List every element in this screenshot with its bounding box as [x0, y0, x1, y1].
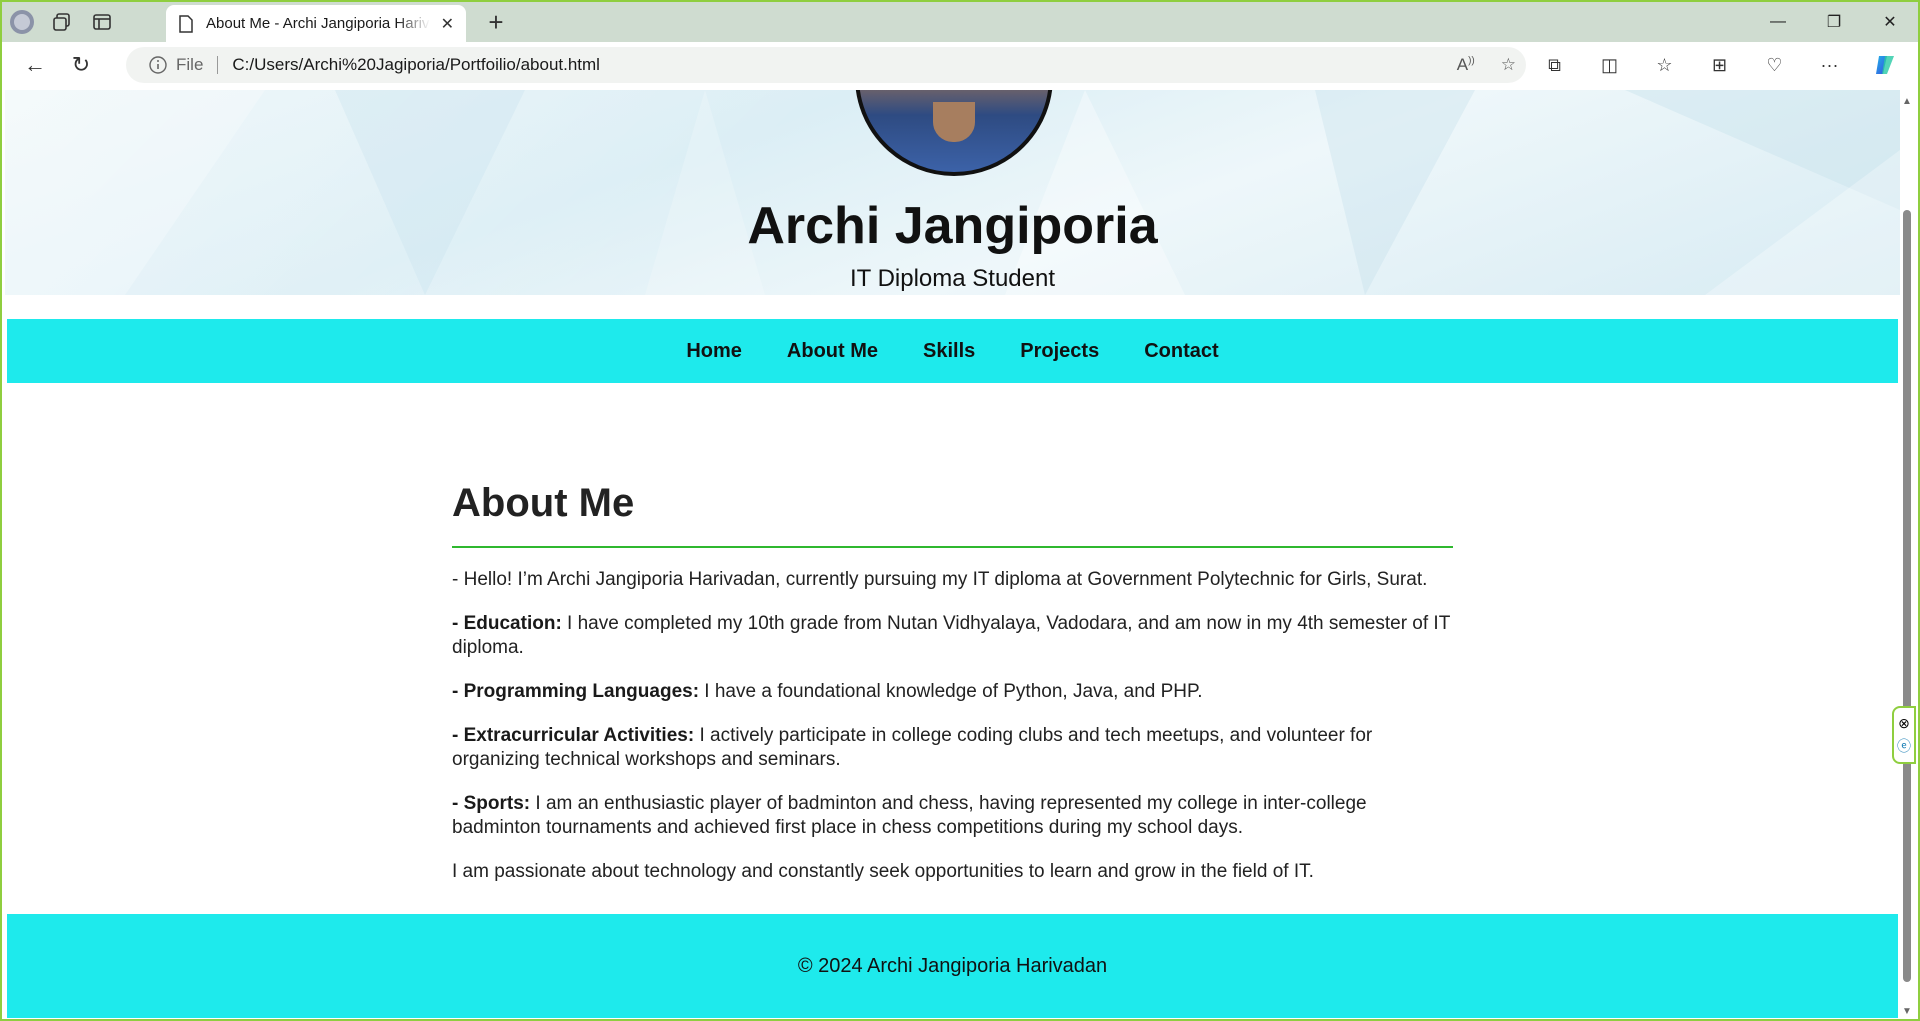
languages-label: - Programming Languages:: [452, 681, 700, 702]
intro-paragraph: - Hello! I’m Archi Jangiporia Harivadan,…: [452, 569, 1428, 590]
restore-button[interactable]: ❐: [1806, 2, 1862, 42]
edge-e-icon[interactable]: ⓔ: [1897, 736, 1911, 756]
new-tab-button[interactable]: +: [476, 2, 516, 42]
hero-name: Archi Jangiporia: [747, 197, 1158, 255]
education-text: I have completed my 10th grade from Nuta…: [452, 613, 1450, 658]
education-paragraph: - Education: I have completed my 10th gr…: [452, 612, 1453, 660]
address-bar-row: ← ↻ File C:/Users/Archi%20Jagiporia/Port…: [2, 42, 1918, 88]
about-section: About Me - Hello! I’m Archi Jangiporia H…: [452, 478, 1453, 884]
page-viewport: Archi Jangiporia IT Diploma Student Home…: [5, 90, 1900, 1019]
extracurricular-paragraph: - Extracurricular Activities: I actively…: [452, 724, 1453, 772]
nav-skills-link[interactable]: Skills: [923, 340, 975, 363]
tab-title: About Me - Archi Jangiporia Harivadan: [206, 15, 430, 32]
info-icon[interactable]: [148, 55, 168, 75]
nav-home-link[interactable]: Home: [686, 340, 742, 363]
vertical-tabs-icon[interactable]: [82, 2, 122, 42]
hero-banner: Archi Jangiporia IT Diploma Student: [5, 90, 1900, 295]
browser-essentials-icon[interactable]: ♡: [1747, 42, 1802, 88]
hero-subtitle: IT Diploma Student: [850, 265, 1055, 292]
nav-projects-link[interactable]: Projects: [1020, 340, 1099, 363]
close-window-button[interactable]: ✕: [1862, 2, 1918, 42]
sports-label: - Sports:: [452, 793, 531, 814]
collections-icon[interactable]: ⊞: [1692, 42, 1747, 88]
languages-text: I have a foundational knowledge of Pytho…: [699, 681, 1203, 702]
reload-button[interactable]: ↻: [58, 42, 104, 88]
close-tab-icon[interactable]: ✕: [441, 14, 454, 34]
workspaces-icon[interactable]: [42, 2, 82, 42]
heading-divider: [452, 546, 1453, 548]
more-menu-icon[interactable]: ···: [1802, 42, 1857, 88]
copilot-icon[interactable]: [1857, 42, 1912, 88]
nav-contact-link[interactable]: Contact: [1144, 340, 1218, 363]
close-circle-icon[interactable]: ⊗: [1898, 715, 1910, 732]
extracurricular-label: - Extracurricular Activities:: [452, 725, 695, 746]
favorite-star-icon[interactable]: ☆: [1501, 55, 1516, 75]
sports-paragraph: - Sports: I am an enthusiastic player of…: [452, 792, 1453, 840]
footer-copyright: © 2024 Archi Jangiporia Harivadan: [797, 954, 1108, 977]
scroll-up-arrow-icon[interactable]: ▲: [1902, 96, 1912, 107]
address-divider: [217, 56, 219, 74]
extensions-icon[interactable]: ⧉: [1527, 42, 1582, 88]
url-text[interactable]: C:/Users/Archi%20Jagiporia/Portfoilio/ab…: [232, 55, 600, 75]
profile-photo: [855, 90, 1053, 176]
main-nav: Home About Me Skills Projects Contact: [7, 319, 1898, 383]
sidebar-widget[interactable]: ⊗ ⓔ: [1892, 706, 1916, 764]
education-label: - Education:: [452, 613, 562, 634]
nav-about-link[interactable]: About Me: [787, 340, 878, 363]
tab-bar: About Me - Archi Jangiporia Harivadan ✕ …: [2, 2, 1918, 42]
back-button[interactable]: ←: [12, 42, 58, 88]
scroll-down-arrow-icon[interactable]: ▼: [1902, 1006, 1912, 1017]
closing-paragraph: I am passionate about technology and con…: [452, 861, 1314, 882]
minimize-button[interactable]: —: [1750, 2, 1806, 42]
profile-icon[interactable]: [2, 2, 42, 42]
page-scrollbar[interactable]: ▲ ▼: [1900, 90, 1914, 1019]
languages-paragraph: - Programming Languages: I have a founda…: [452, 680, 1453, 704]
address-bar[interactable]: File C:/Users/Archi%20Jagiporia/Portfoil…: [126, 47, 1526, 83]
sports-text: I am an enthusiastic player of badminton…: [452, 793, 1367, 838]
favorites-icon[interactable]: ☆: [1637, 42, 1692, 88]
read-aloud-icon[interactable]: A)): [1457, 55, 1475, 75]
browser-window: About Me - Archi Jangiporia Harivadan ✕ …: [0, 0, 1920, 1021]
address-scheme-label: File: [176, 55, 204, 74]
scrollbar-thumb[interactable]: [1903, 210, 1911, 982]
page-footer: © 2024 Archi Jangiporia Harivadan: [7, 914, 1898, 1018]
page-icon: [179, 14, 193, 33]
section-heading: About Me: [452, 481, 635, 525]
split-screen-icon[interactable]: ◫: [1582, 42, 1637, 88]
active-tab[interactable]: About Me - Archi Jangiporia Harivadan ✕: [166, 5, 466, 42]
